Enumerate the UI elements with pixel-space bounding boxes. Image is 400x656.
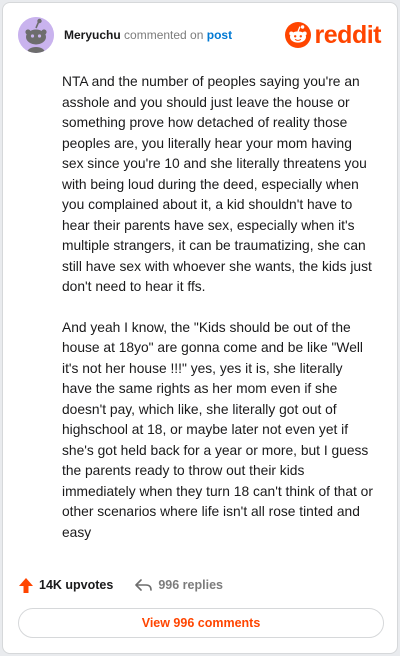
reddit-wordmark: reddit — [314, 21, 382, 49]
comment-paragraph: And yeah I know, the "Kids should be out… — [62, 319, 373, 540]
comment-body: NTA and the number of peoples saying you… — [62, 72, 376, 563]
user-avatar[interactable] — [18, 17, 54, 53]
replies-button[interactable]: 996 replies — [135, 578, 223, 592]
comment-card: Meryuchu commented on post reddit NTA an… — [2, 2, 398, 654]
post-link[interactable]: post — [207, 28, 232, 42]
comment-header: Meryuchu commented on post reddit — [18, 17, 382, 53]
comment-paragraph: NTA and the number of peoples saying you… — [62, 74, 372, 294]
reddit-alien-icon — [284, 22, 311, 48]
commented-on-text: commented on — [124, 28, 204, 42]
upvote-count: 14K upvotes — [39, 578, 114, 592]
reddit-logo[interactable]: reddit — [284, 21, 382, 49]
upvote-button[interactable]: 14K upvotes — [19, 577, 114, 593]
replies-count: 996 replies — [158, 578, 223, 592]
reply-arrow-icon — [135, 578, 153, 591]
upvote-arrow-icon — [19, 577, 33, 593]
comment-byline: Meryuchu commented on post — [64, 28, 232, 42]
comment-actions: 14K upvotes 996 replies — [19, 575, 245, 595]
username[interactable]: Meryuchu — [64, 28, 121, 42]
snoo-avatar-icon — [18, 17, 54, 53]
view-comments-button[interactable]: View 996 comments — [18, 608, 384, 638]
